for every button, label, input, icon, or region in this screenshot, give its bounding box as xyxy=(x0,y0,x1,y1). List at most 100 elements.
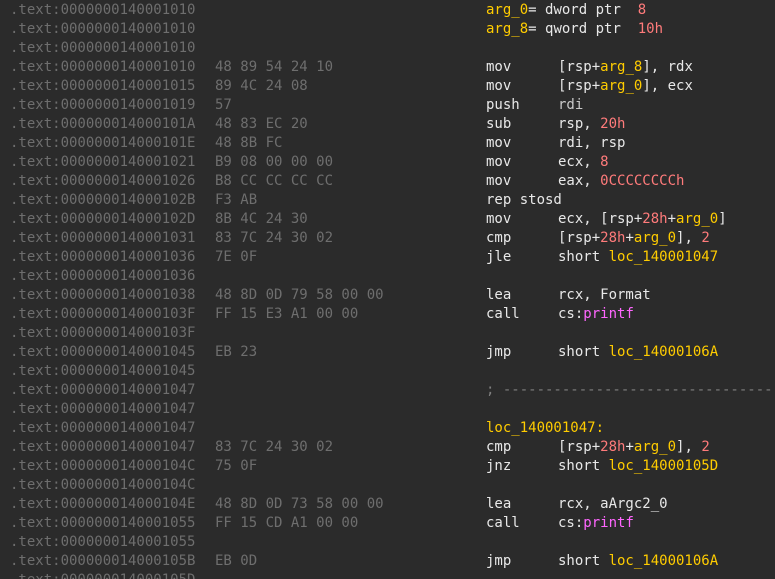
address[interactable]: .text:000000014000101A xyxy=(10,115,195,134)
listing-line[interactable]: .text:0000000140001010 arg_8= qword ptr 1… xyxy=(0,20,775,39)
instruction[interactable]: rep stosd xyxy=(486,191,562,210)
mnemonic[interactable]: cmp xyxy=(486,438,558,457)
instruction[interactable]: jnz short loc_14000105D xyxy=(486,457,718,476)
label-ref[interactable]: loc_140001047: xyxy=(486,420,604,436)
mnemonic[interactable]: rep stosd xyxy=(486,191,562,210)
instruction[interactable]: arg_8= qword ptr 10h xyxy=(486,20,663,39)
mnemonic[interactable]: lea xyxy=(486,286,558,305)
listing-line[interactable]: .text:000000014000103F xyxy=(0,324,775,343)
address[interactable]: .text:0000000140001038 xyxy=(10,286,195,305)
listing-line[interactable]: .text:0000000140001038 48 8D 0D 79 58 00 … xyxy=(0,286,775,305)
mnemonic[interactable]: sub xyxy=(486,115,558,134)
instruction[interactable]: lea rcx, Format xyxy=(486,286,651,305)
listing-line[interactable]: .text:000000014000105B EB 0D jmp short loc_… xyxy=(0,552,775,571)
address[interactable]: .text:000000014000102B xyxy=(10,191,195,210)
instruction[interactable]: sub rsp, 20h xyxy=(486,115,625,134)
address[interactable]: .text:0000000140001045 xyxy=(10,362,195,381)
listing-line[interactable]: .text:000000014000101E 48 8B FC mov rdi, rs… xyxy=(0,134,775,153)
instruction[interactable]: mov ecx, [rsp+28h+arg_0] xyxy=(486,210,727,229)
address[interactable]: .text:0000000140001010 xyxy=(10,58,195,77)
instruction[interactable]: mov eax, 0CCCCCCCCh xyxy=(486,172,684,191)
address[interactable]: .text:000000014000105B xyxy=(10,552,195,571)
listing-line[interactable]: .text:0000000140001047 loc_140001047: xyxy=(0,419,775,438)
listing-line[interactable]: .text:0000000140001047 ; ----------------… xyxy=(0,381,775,400)
listing-line[interactable]: .text:0000000140001010 xyxy=(0,39,775,58)
disassembly-listing[interactable]: .text:0000000140001010 arg_0= dword ptr 8… xyxy=(0,0,775,579)
instruction[interactable]: call cs:printf xyxy=(486,305,634,324)
mnemonic[interactable]: mov xyxy=(486,134,558,153)
mnemonic[interactable]: mov xyxy=(486,172,558,191)
listing-line[interactable]: .text:0000000140001019 57 push rdi xyxy=(0,96,775,115)
mnemonic[interactable]: jmp xyxy=(486,552,558,571)
label-ref[interactable]: arg_0 xyxy=(634,439,676,455)
instruction[interactable]: push rdi xyxy=(486,96,583,115)
address[interactable]: .text:000000014000101E xyxy=(10,134,195,153)
mnemonic[interactable]: jnz xyxy=(486,457,558,476)
import-ref[interactable]: printf xyxy=(583,306,634,322)
mnemonic[interactable]: lea xyxy=(486,495,558,514)
instruction[interactable]: call cs:printf xyxy=(486,514,634,533)
address[interactable]: .text:0000000140001021 xyxy=(10,153,195,172)
address[interactable]: .text:0000000140001031 xyxy=(10,229,195,248)
listing-line[interactable]: .text:0000000140001036 7E 0F jle short loc_… xyxy=(0,248,775,267)
instruction[interactable]: lea rcx, aArgc2_0 xyxy=(486,495,668,514)
address[interactable]: .text:0000000140001055 xyxy=(10,533,195,552)
address[interactable]: .text:000000014000104C xyxy=(10,476,195,495)
instruction[interactable]: cmp [rsp+28h+arg_0], 2 xyxy=(486,438,710,457)
mnemonic[interactable]: call xyxy=(486,305,558,324)
label-ref[interactable]: loc_140001047 xyxy=(609,249,719,265)
instruction[interactable]: arg_0= dword ptr 8 xyxy=(486,1,646,20)
listing-line[interactable]: .text:0000000140001055 xyxy=(0,533,775,552)
listing-line[interactable]: .text:000000014000103F FF 15 E3 A1 00 00 c… xyxy=(0,305,775,324)
instruction[interactable]: jmp short loc_14000106A xyxy=(486,552,718,571)
address[interactable]: .text:000000014000103F xyxy=(10,305,195,324)
mnemonic[interactable]: call xyxy=(486,514,558,533)
instruction[interactable]: ; ----------------------------------- xyxy=(486,381,775,400)
instruction[interactable]: mov [rsp+arg_0], ecx xyxy=(486,77,693,96)
listing-line[interactable]: .text:0000000140001031 83 7C 24 30 02 cmp[… xyxy=(0,229,775,248)
address[interactable]: .text:0000000140001047 xyxy=(10,438,195,457)
address[interactable]: .text:0000000140001010 xyxy=(10,1,195,20)
listing-line[interactable]: .text:0000000140001036 xyxy=(0,267,775,286)
instruction[interactable]: jle short loc_140001047 xyxy=(486,248,718,267)
listing-line[interactable]: .text:0000000140001015 89 4C 24 08 mov [rsp… xyxy=(0,77,775,96)
address[interactable]: .text:000000014000103F xyxy=(10,324,195,343)
listing-line[interactable]: .text:0000000140001010 arg_0= dword ptr 8 xyxy=(0,1,775,20)
listing-line[interactable]: .text:000000014000104C xyxy=(0,476,775,495)
address[interactable]: .text:0000000140001036 xyxy=(10,267,195,286)
address[interactable]: .text:0000000140001055 xyxy=(10,514,195,533)
listing-line[interactable]: .text:0000000140001055 FF 15 CD A1 00 00 c… xyxy=(0,514,775,533)
label-ref[interactable]: arg_0 xyxy=(600,78,642,94)
address[interactable]: .text:0000000140001047 xyxy=(10,400,195,419)
label-ref[interactable]: arg_0 xyxy=(676,211,718,227)
instruction[interactable]: mov rdi, rsp xyxy=(486,134,625,153)
label-ref[interactable]: arg_8 xyxy=(486,21,528,37)
listing-line[interactable]: .text:0000000140001010 48 89 54 24 10 mov[… xyxy=(0,58,775,77)
mnemonic[interactable]: mov xyxy=(486,77,558,96)
label-ref[interactable]: loc_14000105D xyxy=(609,458,719,474)
address[interactable]: .text:0000000140001045 xyxy=(10,343,195,362)
listing-line[interactable]: .text:0000000140001047 83 7C 24 30 02 cmp[… xyxy=(0,438,775,457)
address[interactable]: .text:000000014000102D xyxy=(10,210,195,229)
address[interactable]: .text:0000000140001015 xyxy=(10,77,195,96)
address[interactable]: .text:0000000140001026 xyxy=(10,172,195,191)
label-ref[interactable]: loc_14000106A xyxy=(609,344,719,360)
address[interactable]: .text:000000014000104E xyxy=(10,495,195,514)
import-ref[interactable]: printf xyxy=(583,515,634,531)
listing-line[interactable]: .text:0000000140001026 B8 CC CC CC CC mov e… xyxy=(0,172,775,191)
listing-line[interactable]: .text:0000000140001047 xyxy=(0,400,775,419)
listing-line[interactable]: .text:000000014000102B F3 AB rep stosd xyxy=(0,191,775,210)
address[interactable]: .text:0000000140001019 xyxy=(10,96,195,115)
address[interactable]: .text:0000000140001036 xyxy=(10,248,195,267)
listing-line[interactable]: .text:000000014000102D 8B 4C 24 30 mov ecx,… xyxy=(0,210,775,229)
mnemonic[interactable]: mov xyxy=(486,153,558,172)
address[interactable]: .text:0000000140001010 xyxy=(10,39,195,58)
instruction[interactable]: loc_140001047: xyxy=(486,419,604,438)
mnemonic[interactable]: jle xyxy=(486,248,558,267)
listing-line[interactable]: .text:000000014000104C 75 0F jnz short loc_… xyxy=(0,457,775,476)
listing-line[interactable]: .text:000000014000105D xyxy=(0,571,775,579)
address[interactable]: .text:0000000140001010 xyxy=(10,20,195,39)
instruction[interactable]: jmp short loc_14000106A xyxy=(486,343,718,362)
mnemonic[interactable]: mov xyxy=(486,210,558,229)
label-ref[interactable]: arg_0 xyxy=(486,2,528,18)
